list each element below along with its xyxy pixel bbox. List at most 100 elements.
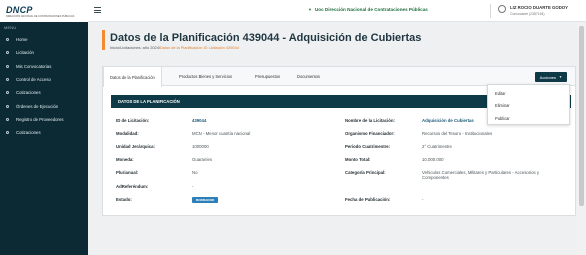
- field-label: Moneda:: [116, 157, 134, 162]
- chevron-down-icon: ▼: [308, 7, 312, 12]
- field-value: Guaraníes: [192, 157, 212, 162]
- logo-subtitle: DIRECCIÓN NACIONAL DE CONTRATACIONES PÚB…: [6, 14, 75, 18]
- title-accent-bar: [102, 30, 105, 50]
- field-value: -: [192, 184, 193, 189]
- sidebar-item-label: Cotizaciones: [16, 90, 41, 96]
- field-label: Categoría Principal:: [345, 170, 386, 175]
- menu-item-publicar[interactable]: Publicar: [488, 112, 569, 125]
- breadcrumb: Inicio/Licitaciones: año 2024/Datos de l…: [110, 45, 239, 50]
- field-value: No: [192, 170, 198, 175]
- sidebar-item-home[interactable]: Home: [0, 33, 88, 46]
- sidebar-item-label: Home: [16, 37, 28, 43]
- field-periodo-cuatrimestre: Periodo Cuatrimestre:: [345, 144, 390, 149]
- page-title: Datos de la Planificación 439044 - Adqui…: [110, 32, 421, 44]
- sidebar-item-label: Órdenes de Ejecución: [16, 103, 59, 109]
- sidebar-item-cotizaciones[interactable]: Cotizaciones: [0, 86, 88, 99]
- field-value[interactable]: 439044: [192, 118, 206, 123]
- field-monto-total: Monto Total:: [345, 157, 370, 162]
- field-nombre-licitacion: Nombre de la Licitación:: [345, 118, 395, 123]
- field-value: 2° Cuatrimestre: [422, 144, 452, 149]
- sidebar-item-licitacion[interactable]: Licitación: [0, 46, 88, 59]
- logo-name: DNCP: [6, 4, 33, 15]
- page-title-id: 439044 - Adquisición de Cubiertas: [242, 32, 422, 44]
- sidebar-item-label: Cotizaciones: [16, 130, 41, 136]
- field-value: 10.000.000: [422, 157, 444, 162]
- field-label: Unidad Jerárquica:: [116, 144, 155, 149]
- sidebar-item-control-acceso[interactable]: Control de Acceso: [0, 73, 88, 86]
- field-organismo-financiador: Organismo Financiador:: [345, 131, 395, 136]
- circle-icon: [6, 51, 9, 55]
- field-value: 2° Cuatrimestre: [422, 144, 452, 149]
- field-label: Plurianual:: [116, 170, 139, 175]
- tab-datos-planificacion[interactable]: Datos de la Planificación: [103, 67, 162, 87]
- menu-title: MENU: [4, 26, 17, 30]
- sidebar-item-label: Mis Convocatorias: [16, 63, 52, 69]
- field-moneda: Moneda:: [116, 157, 134, 162]
- org-name: Uoc Dirección Nacional de Contrataciones…: [314, 7, 428, 12]
- logo[interactable]: DNCP DIRECCIÓN NACIONAL DE CONTRATACIONE…: [0, 0, 88, 22]
- circle-icon: [6, 91, 9, 95]
- field-value: 1000000: [192, 144, 209, 149]
- field-unidad-jerarquica: Unidad Jerárquica:: [116, 144, 155, 149]
- sidebar: DNCP DIRECCIÓN NACIONAL DE CONTRATACIONE…: [0, 0, 88, 255]
- field-plurianual: Plurianual:: [116, 170, 138, 175]
- field-value: 1000000: [192, 144, 209, 149]
- topbar: ▼ Uoc Dirección Nacional de Contratacion…: [88, 0, 586, 22]
- user-name[interactable]: LIZ ROCIO DUARTE GODOY: [510, 5, 568, 10]
- field-value: Recursos del Tesoro - Institucionales: [422, 131, 493, 136]
- circle-icon: [6, 104, 9, 108]
- field-label: Periodo Cuatrimestre:: [345, 144, 391, 149]
- actions-dropdown: Editar Eliminar Publicar: [487, 84, 570, 125]
- field-value: MCN - Menor cuantía nacional: [192, 131, 250, 136]
- sidebar-item-mis-convocatorias[interactable]: Mis Convocatorias: [0, 60, 88, 73]
- field-value: 439044: [192, 118, 206, 123]
- field-value: -: [192, 184, 194, 189]
- circle-icon: [6, 131, 9, 135]
- sidebar-item-cotizaciones-2[interactable]: Cotizaciones: [0, 126, 88, 139]
- actions-button[interactable]: Acciones ▼: [534, 72, 567, 82]
- field-modalidad: Modalidad:: [116, 131, 139, 136]
- field-value: 10.000.000: [422, 157, 444, 162]
- circle-icon: [6, 78, 9, 82]
- field-value: -: [422, 197, 423, 202]
- field-value: Vehiculos Comerciales, Militares y Parti…: [422, 170, 540, 181]
- tab-productos[interactable]: Productos Bienes y Servicios: [173, 67, 238, 86]
- field-label: Estado:: [116, 197, 132, 202]
- actions-label: Acciones: [539, 74, 557, 80]
- menu-item-editar[interactable]: Editar: [488, 87, 569, 100]
- sidebar-item-registro-proveedores[interactable]: Registro de Proveedores: [0, 113, 88, 126]
- sidebar-item-label: Control de Acceso: [16, 77, 51, 83]
- field-value: MCN - Menor cuantía nacional: [192, 131, 251, 136]
- field-label: AdReferéndum:: [116, 184, 149, 189]
- field-label: Modalidad:: [116, 131, 139, 136]
- field-value: Vehiculos Comerciales, Militares y Parti…: [422, 170, 542, 180]
- divider: [490, 4, 491, 18]
- breadcrumb-current: Datos de la Planificación ID Licitación …: [159, 45, 239, 50]
- tab-presupuestos[interactable]: Presupuestos: [249, 67, 286, 86]
- field-value: No: [192, 170, 198, 175]
- org-selector[interactable]: ▼ Uoc Dirección Nacional de Contratacion…: [308, 7, 428, 12]
- field-label: Organismo Financiador:: [345, 131, 395, 136]
- menu-item-eliminar[interactable]: Eliminar: [488, 100, 569, 113]
- field-label: Nombre de la Licitación:: [345, 118, 395, 123]
- field-categoria-principal: Categoría Principal:: [345, 170, 386, 175]
- field-label: Fecha de Publicación:: [345, 197, 391, 202]
- user-role: Convocante (2387164): [510, 12, 545, 16]
- field-value[interactable]: Adquisición de Cubiertas: [422, 118, 474, 123]
- sidebar-item-ordenes-ejecucion[interactable]: Órdenes de Ejecución: [0, 99, 88, 112]
- field-label: ID de Licitación:: [116, 118, 150, 123]
- field-id-licitacion: ID de Licitación:: [116, 118, 149, 123]
- sidebar-item-label: Registro de Proveedores: [16, 116, 64, 122]
- circle-icon: [6, 38, 9, 42]
- hamburger-menu-icon[interactable]: [94, 7, 101, 15]
- field-estado: Estado:: [116, 197, 132, 202]
- user-icon[interactable]: [498, 5, 506, 13]
- scrollbar-thumb[interactable]: [579, 26, 584, 206]
- field-value: Adquisición de Cubiertas: [422, 118, 474, 123]
- chevron-down-icon: ▼: [559, 75, 562, 79]
- tab-documentos[interactable]: Documentos: [291, 67, 326, 86]
- circle-icon: [6, 64, 9, 68]
- page-title-prefix: Datos de la Planificación: [110, 32, 240, 44]
- breadcrumb-base[interactable]: Inicio/Licitaciones: año 2024/: [110, 45, 160, 50]
- field-value: -: [422, 197, 424, 202]
